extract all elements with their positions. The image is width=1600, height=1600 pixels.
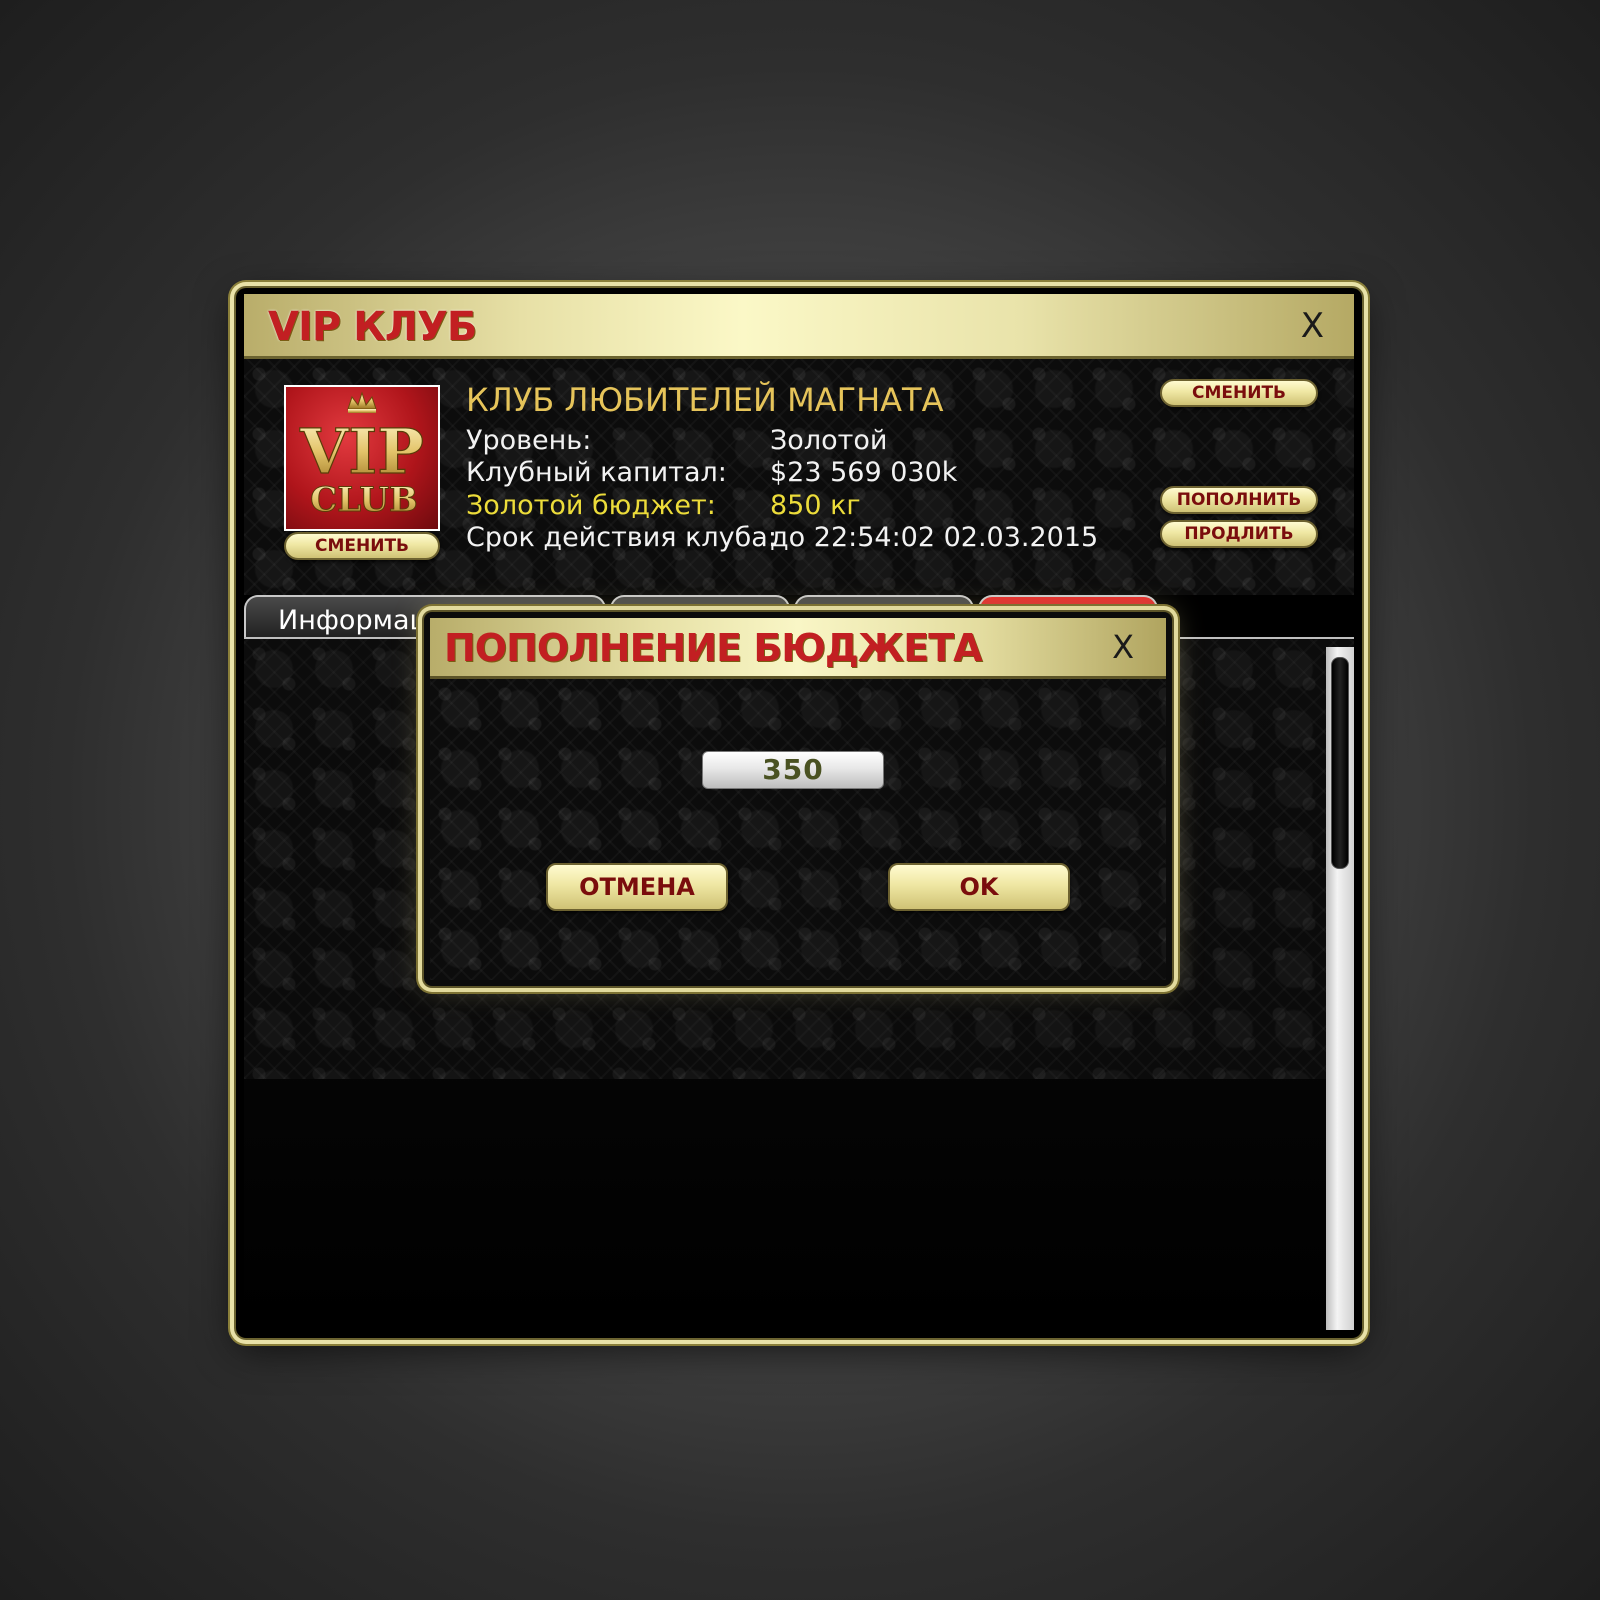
logo-vip-text: VIP [299,415,424,488]
capital-label: Клубный капитал: [466,457,727,488]
close-window-button[interactable]: X [1301,306,1324,346]
dialog-title: ПОПОЛНЕНИЕ БЮДЖЕТА [444,626,983,670]
expiry-label: Срок действия клуба: [466,522,777,553]
vip-club-logo-image: VIP CLUB [299,391,424,521]
close-dialog-button[interactable]: X [1112,628,1134,666]
extend-button[interactable]: ПРОДЛИТЬ [1160,520,1318,548]
club-header-panel: VIP CLUB СМЕНИТЬ КЛУБ ЛЮБИТЕЛЕЙ МАГНАТА … [244,359,1354,595]
level-label: Уровень: [466,425,592,456]
ok-button[interactable]: OK [888,863,1070,911]
club-logo: VIP CLUB [284,385,440,531]
dialog-body: ОТМЕНА OK [430,679,1166,980]
vertical-scrollbar[interactable] [1326,647,1354,1330]
window-titlebar: VIP КЛУБ X [244,294,1354,359]
expiry-value: до 22:54:02 02.03.2015 [770,522,1099,553]
change-logo-button[interactable]: СМЕНИТЬ [284,532,440,560]
budget-label: Золотой бюджет: [466,490,716,521]
change-name-button[interactable]: СМЕНИТЬ [1160,379,1318,407]
level-value: Золотой [770,425,888,456]
window-title: VIP КЛУБ [268,304,477,350]
scrollbar-thumb[interactable] [1331,657,1349,869]
budget-topup-dialog: ПОПОЛНЕНИЕ БЮДЖЕТА X ОТМЕНА OK [424,612,1172,986]
crown-icon [347,391,377,413]
club-name: КЛУБ ЛЮБИТЕЛЕЙ МАГНАТА [466,381,944,419]
capital-value: $23 569 030k [770,457,958,488]
budget-value: 850 кг [770,490,861,521]
logo-club-text: CLUB [310,480,418,520]
dialog-titlebar: ПОПОЛНЕНИЕ БЮДЖЕТА X [430,618,1166,679]
amount-input[interactable] [702,751,884,789]
cancel-button[interactable]: ОТМЕНА [546,863,728,911]
topup-button[interactable]: ПОПОЛНИТЬ [1160,486,1318,514]
